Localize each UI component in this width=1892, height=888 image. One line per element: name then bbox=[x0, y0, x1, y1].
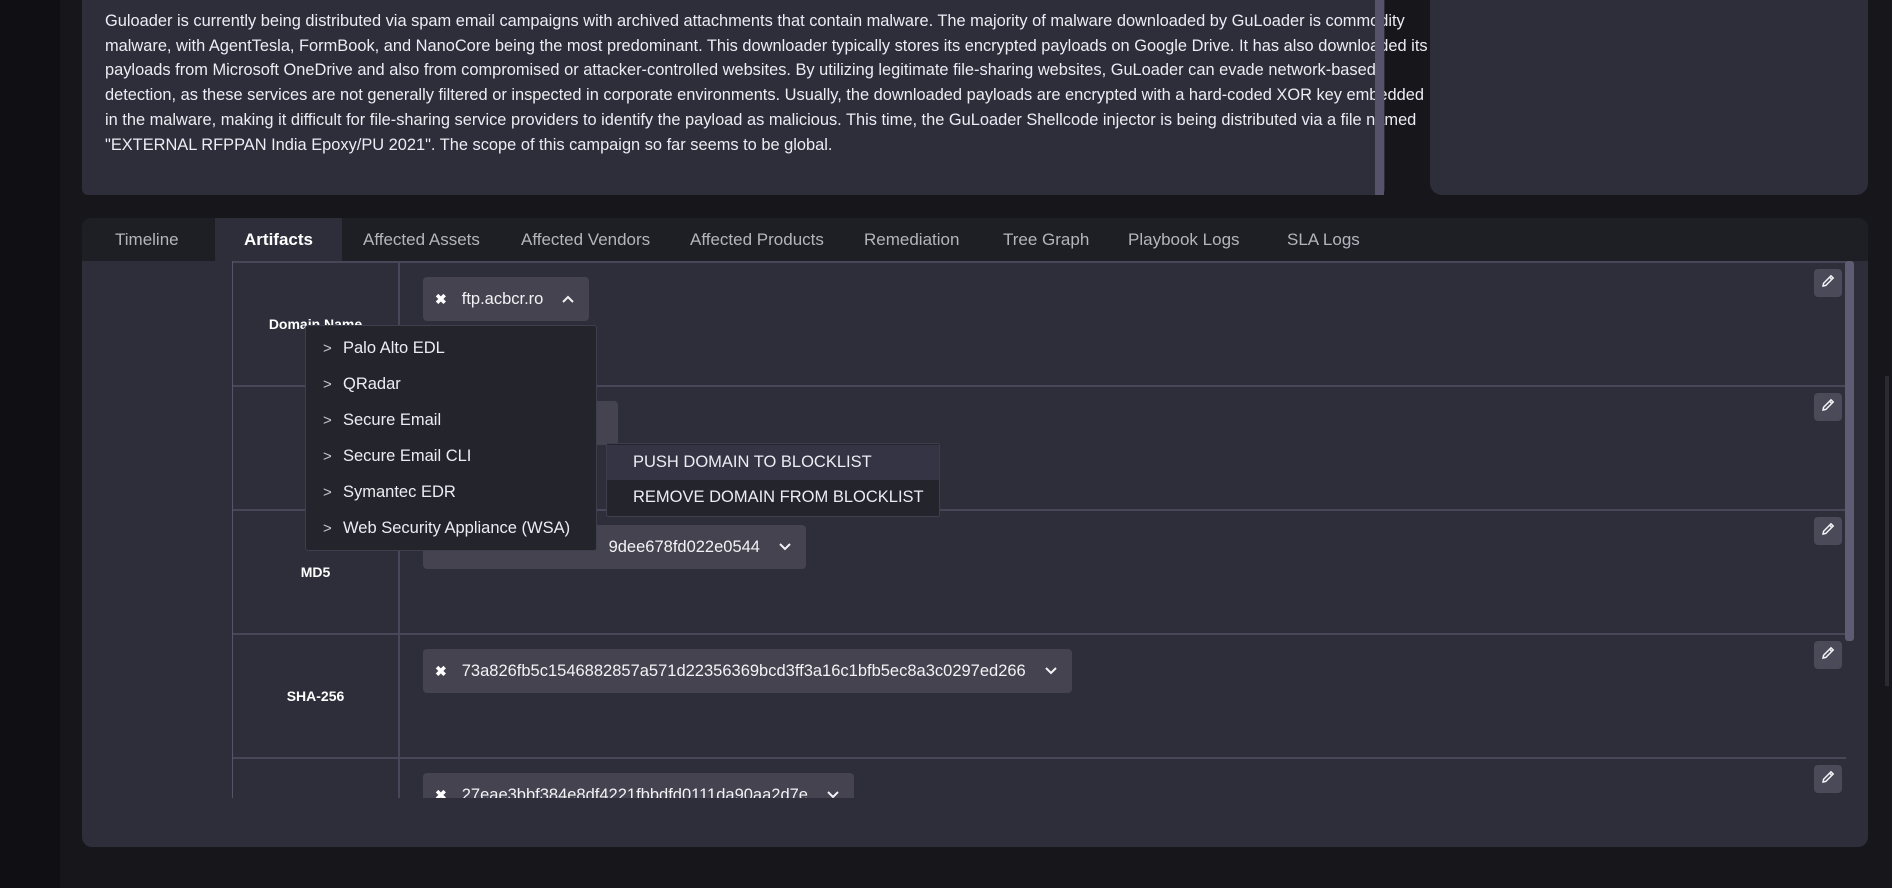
pencil-icon bbox=[1820, 521, 1836, 542]
artifact-label: SHA-256 bbox=[233, 635, 400, 757]
description-panel: Guloader is currently being distributed … bbox=[82, 0, 1428, 195]
tab-artifacts[interactable]: Artifacts bbox=[215, 218, 342, 261]
side-panel bbox=[1430, 0, 1868, 195]
dropdown-item-label: Secure Email bbox=[343, 411, 442, 429]
pencil-icon bbox=[1820, 769, 1836, 790]
tab-affected-assets[interactable]: Affected Assets bbox=[363, 218, 480, 261]
edit-button[interactable] bbox=[1814, 765, 1842, 793]
chevron-right-icon: > bbox=[323, 376, 332, 393]
dropdown-item-qradar[interactable]: > QRadar bbox=[306, 366, 596, 402]
artifact-row-sha1: ✖ 27eae3bbf384e8df4221fbbdfd0111da90aa2d… bbox=[233, 757, 1846, 798]
left-rail bbox=[0, 0, 60, 888]
chevron-right-icon: > bbox=[323, 520, 332, 537]
dropdown-item-label: Symantec EDR bbox=[343, 483, 456, 501]
artifact-value: 27eae3bbf384e8df4221fbbdfd0111da90aa2d7e bbox=[461, 785, 808, 799]
chevron-down-icon[interactable] bbox=[1044, 666, 1058, 676]
dropdown-item-wsa[interactable]: > Web Security Appliance (WSA) bbox=[306, 510, 596, 546]
close-icon[interactable]: ✖ bbox=[435, 663, 447, 680]
dropdown-item-symantec-edr[interactable]: > Symantec EDR bbox=[306, 474, 596, 510]
artifact-chip[interactable]: ✖ 27eae3bbf384e8df4221fbbdfd0111da90aa2d… bbox=[423, 773, 854, 798]
artifact-value: ftp.acbcr.ro bbox=[461, 289, 544, 308]
action-submenu: PUSH DOMAIN TO BLOCKLIST REMOVE DOMAIN F… bbox=[606, 443, 940, 517]
dropdown-item-secure-email[interactable]: > Secure Email bbox=[306, 402, 596, 438]
artifact-value: 9dee678fd022e0544 bbox=[608, 537, 760, 556]
pencil-icon bbox=[1820, 273, 1836, 294]
artifact-chip[interactable]: ✖ 73a826fb5c1546882857a571d22356369bcd3f… bbox=[423, 649, 1072, 693]
artifacts-scrollbar[interactable] bbox=[1845, 261, 1854, 641]
chevron-right-icon: > bbox=[323, 448, 332, 465]
push-domain-to-blocklist-item[interactable]: PUSH DOMAIN TO BLOCKLIST bbox=[607, 445, 939, 480]
tab-remediation[interactable]: Remediation bbox=[864, 218, 959, 261]
integration-dropdown: > Palo Alto EDL > QRadar > Secure Email > Se… bbox=[305, 325, 597, 551]
artifact-value: 73a826fb5c1546882857a571d22356369bcd3ff3… bbox=[461, 661, 1026, 680]
edit-button[interactable] bbox=[1814, 393, 1842, 421]
tab-affected-products[interactable]: Affected Products bbox=[690, 218, 824, 261]
pencil-icon bbox=[1820, 645, 1836, 666]
tab-affected-vendors[interactable]: Affected Vendors bbox=[521, 218, 650, 261]
chevron-right-icon: > bbox=[323, 484, 332, 501]
description-text: Guloader is currently being distributed … bbox=[105, 12, 1428, 154]
dropdown-item-palo-alto-edl[interactable]: > Palo Alto EDL bbox=[306, 330, 596, 366]
tab-playbook-logs[interactable]: Playbook Logs bbox=[1128, 218, 1240, 261]
edit-button[interactable] bbox=[1814, 641, 1842, 669]
chevron-down-icon[interactable] bbox=[778, 542, 792, 552]
close-icon[interactable]: ✖ bbox=[435, 787, 447, 799]
chevron-up-icon[interactable] bbox=[561, 294, 575, 304]
tab-timeline[interactable]: Timeline bbox=[115, 218, 179, 261]
dropdown-item-label: Web Security Appliance (WSA) bbox=[343, 519, 571, 537]
artifact-row-sha256: SHA-256 ✖ 73a826fb5c1546882857a571d22356… bbox=[233, 633, 1846, 757]
tab-bar: Timeline Artifacts Affected Assets Affec… bbox=[82, 218, 1868, 261]
remove-domain-from-blocklist-item[interactable]: REMOVE DOMAIN FROM BLOCKLIST bbox=[607, 480, 939, 515]
chevron-down-icon[interactable] bbox=[826, 790, 840, 798]
artifact-chip[interactable]: ✖ ftp.acbcr.ro bbox=[423, 277, 590, 321]
edit-button[interactable] bbox=[1814, 517, 1842, 545]
edit-button[interactable] bbox=[1814, 269, 1842, 297]
artifact-label bbox=[233, 759, 400, 798]
dropdown-item-label: QRadar bbox=[343, 375, 401, 393]
dropdown-item-label: Secure Email CLI bbox=[343, 447, 472, 465]
dropdown-item-label: Palo Alto EDL bbox=[343, 339, 445, 357]
description-scrollbar[interactable] bbox=[1375, 0, 1384, 195]
chevron-right-icon: > bbox=[323, 412, 332, 429]
dropdown-item-secure-email-cli[interactable]: > Secure Email CLI bbox=[306, 438, 596, 474]
pencil-icon bbox=[1820, 397, 1836, 418]
close-icon[interactable]: ✖ bbox=[435, 291, 447, 308]
page-scrollbar[interactable] bbox=[1885, 376, 1889, 686]
chevron-right-icon: > bbox=[323, 340, 332, 357]
tab-sla-logs[interactable]: SLA Logs bbox=[1287, 218, 1360, 261]
tab-tree-graph[interactable]: Tree Graph bbox=[1003, 218, 1089, 261]
